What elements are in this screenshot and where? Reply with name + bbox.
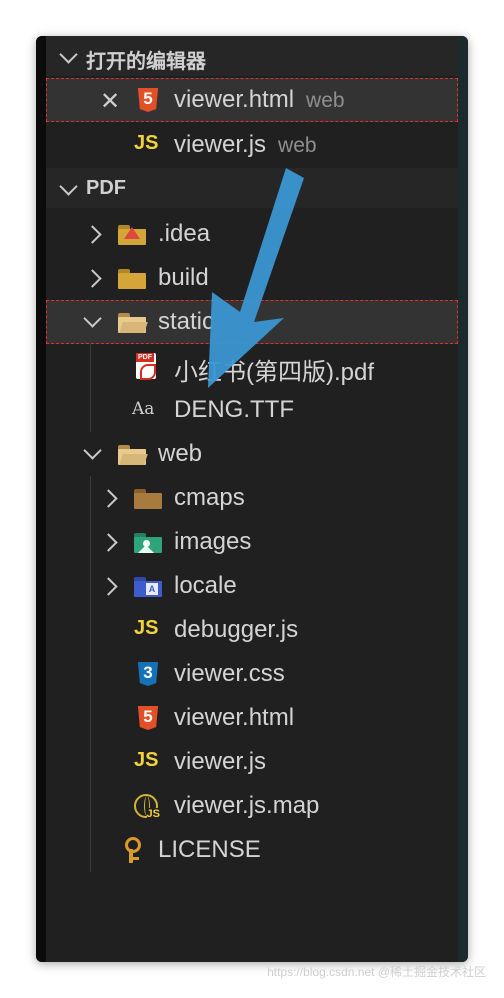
tree-item-label: .idea (158, 220, 211, 247)
tree-item-viewer-js[interactable]: JS viewer.js (46, 740, 458, 784)
explorer-root-header[interactable]: PDF (46, 168, 458, 208)
locale-folder-icon: A (134, 577, 162, 597)
chevron-right-icon (99, 577, 118, 596)
chevron-down-icon (83, 441, 102, 460)
license-key-icon (122, 837, 141, 863)
window-right-edge (458, 36, 468, 962)
tree-item-font-file[interactable]: Aa DENG.TTF (46, 388, 458, 432)
open-editor-folder: web (278, 134, 317, 157)
folder-icon (134, 489, 162, 509)
chevron-down-icon (59, 45, 78, 64)
html5-icon: 5 (137, 706, 159, 730)
tree-item-locale[interactable]: A locale (46, 564, 458, 608)
close-icon[interactable]: ✕ (100, 87, 120, 116)
tree-item-label: static (158, 308, 215, 335)
tree-item-cmaps[interactable]: cmaps (46, 476, 458, 520)
css3-icon: 3 (137, 662, 159, 686)
tree-item-label: viewer.css (174, 660, 285, 687)
tree-item-label: web (158, 440, 203, 467)
pdf-icon: PDF (136, 353, 156, 380)
explorer-pane: 打开的编辑器 ✕ 5 viewer.html web JS viewer.js we… (46, 36, 458, 962)
js-icon: JS (134, 132, 159, 154)
font-icon: Aa (132, 399, 155, 419)
tree-item-pdf-file[interactable]: PDF 小红书(第四版).pdf (46, 344, 458, 388)
chevron-right-icon (83, 269, 102, 288)
idea-folder-icon (118, 225, 146, 245)
chevron-down-icon (83, 309, 102, 328)
tree-item-label: DENG.TTF (174, 396, 294, 423)
tree-item-build[interactable]: build (46, 256, 458, 300)
build-folder-icon (118, 269, 146, 289)
open-editor-filename: viewer.html (174, 86, 295, 113)
tree-item-label: locale (174, 572, 237, 599)
chevron-right-icon (99, 533, 118, 552)
tree-item-static[interactable]: static (46, 300, 458, 344)
images-folder-icon (134, 533, 162, 553)
tree-item-label: build (158, 264, 209, 291)
chevron-down-icon (59, 177, 78, 196)
open-editors-header[interactable]: 打开的编辑器 (46, 36, 458, 76)
window-left-edge (36, 36, 46, 962)
watermark-text: https://blog.csdn.net @稀土掘金技术社区 (267, 965, 486, 979)
open-editor-item-viewer-js[interactable]: JS viewer.js web (46, 123, 458, 167)
html5-icon: 5 (137, 88, 159, 112)
open-editor-filename: viewer.js (174, 131, 267, 158)
tree-item-label: LICENSE (158, 836, 261, 863)
tree-item-label: viewer.js.map (174, 792, 320, 819)
open-editors-title: 打开的编辑器 (86, 51, 206, 73)
tree-item-viewer-js-map[interactable]: JS viewer.js.map (46, 784, 458, 828)
tree-item-label: cmaps (174, 484, 245, 511)
explorer-root-title: PDF (86, 177, 126, 199)
tree-item-label: debugger.js (174, 616, 299, 643)
chevron-right-icon (83, 225, 102, 244)
open-folder-icon (118, 445, 148, 465)
tree-item-label: images (174, 528, 252, 555)
tree-item-license[interactable]: LICENSE (46, 828, 458, 872)
tree-item-label: viewer.html (174, 704, 295, 731)
map-icon: JS (134, 794, 160, 820)
tree-item-label: viewer.js (174, 748, 267, 775)
tree-item-viewer-html[interactable]: 5 viewer.html (46, 696, 458, 740)
tree-item-images[interactable]: images (46, 520, 458, 564)
tree-item-debugger-js[interactable]: JS debugger.js (46, 608, 458, 652)
open-editor-folder: web (306, 89, 345, 112)
open-folder-icon (118, 313, 148, 333)
explorer-window: 打开的编辑器 ✕ 5 viewer.html web JS viewer.js we… (36, 36, 468, 962)
js-icon: JS (134, 749, 159, 771)
tree-item-label: 小红书(第四版).pdf (174, 359, 375, 386)
chevron-right-icon (99, 489, 118, 508)
tree-item-idea[interactable]: .idea (46, 212, 458, 256)
js-icon: JS (134, 617, 159, 639)
tree-item-web[interactable]: web (46, 432, 458, 476)
tree-item-viewer-css[interactable]: 3 viewer.css (46, 652, 458, 696)
open-editor-item-viewer-html[interactable]: ✕ 5 viewer.html web (46, 78, 458, 122)
